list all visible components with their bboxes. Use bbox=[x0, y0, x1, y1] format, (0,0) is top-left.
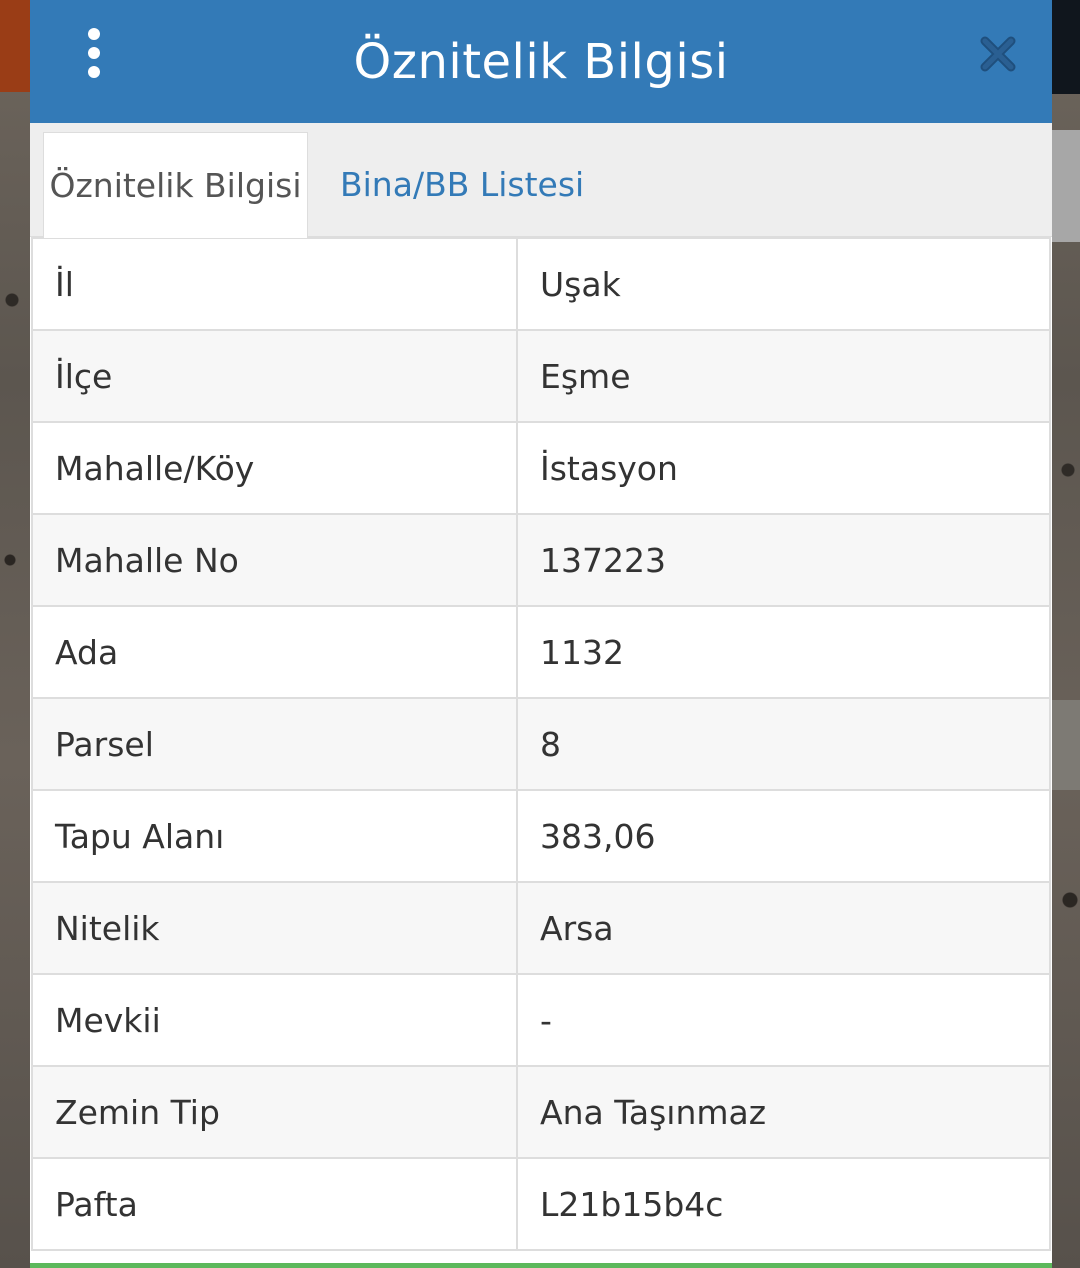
tab-bar: Öznitelik Bilgisi Bina/BB Listesi bbox=[30, 123, 1052, 238]
attribute-key: Zemin Tip bbox=[31, 1065, 518, 1159]
table-row: İlçe Eşme bbox=[31, 329, 1051, 423]
table-row: Tapu Alanı 383,06 bbox=[31, 789, 1051, 883]
attribute-value: Eşme bbox=[516, 329, 1051, 423]
attribute-key: Tapu Alanı bbox=[31, 789, 518, 883]
attribute-value: Arsa bbox=[516, 881, 1051, 975]
attribute-info-dialog: Öznitelik Bilgisi Öznitelik Bilgisi Bina… bbox=[30, 0, 1052, 1268]
attribute-key: İl bbox=[31, 237, 518, 331]
table-row: Ada 1132 bbox=[31, 605, 1051, 699]
table-row: Mahalle No 137223 bbox=[31, 513, 1051, 607]
attribute-table: İl Uşak İlçe Eşme Mahalle/Köy İstasyon Mahalle… bbox=[31, 237, 1051, 1251]
attribute-key: Pafta bbox=[31, 1157, 518, 1251]
attribute-value: L21b15b4c bbox=[516, 1157, 1051, 1251]
attribute-key: Mevkii bbox=[31, 973, 518, 1067]
attribute-value: 383,06 bbox=[516, 789, 1051, 883]
table-row: Pafta L21b15b4c bbox=[31, 1157, 1051, 1251]
close-icon[interactable] bbox=[978, 34, 1018, 74]
attribute-value: - bbox=[516, 973, 1051, 1067]
table-row: Zemin Tip Ana Taşınmaz bbox=[31, 1065, 1051, 1159]
attribute-key: Ada bbox=[31, 605, 518, 699]
attribute-key: Nitelik bbox=[31, 881, 518, 975]
table-row: Mahalle/Köy İstasyon bbox=[31, 421, 1051, 515]
map-edge-orange bbox=[0, 0, 30, 92]
dialog-header: Öznitelik Bilgisi bbox=[30, 0, 1052, 123]
attribute-value: İstasyon bbox=[516, 421, 1051, 515]
map-edge-dark bbox=[1052, 0, 1080, 94]
table-row: Mevkii - bbox=[31, 973, 1051, 1067]
attribute-value: 137223 bbox=[516, 513, 1051, 607]
attribute-key: Mahalle No bbox=[31, 513, 518, 607]
attribute-key: Mahalle/Köy bbox=[31, 421, 518, 515]
footer-progress-bar bbox=[30, 1263, 1052, 1268]
attribute-key: İlçe bbox=[31, 329, 518, 423]
tab-bina-bb-listesi[interactable]: Bina/BB Listesi bbox=[330, 132, 594, 237]
map-edge-gray bbox=[1052, 130, 1080, 242]
attribute-value: Ana Taşınmaz bbox=[516, 1065, 1051, 1159]
map-edge-patch bbox=[1052, 700, 1080, 790]
dialog-title: Öznitelik Bilgisi bbox=[353, 33, 729, 90]
attribute-key: Parsel bbox=[31, 697, 518, 791]
more-vertical-icon[interactable] bbox=[82, 28, 106, 78]
attribute-value: 1132 bbox=[516, 605, 1051, 699]
attribute-value: 8 bbox=[516, 697, 1051, 791]
table-row: Parsel 8 bbox=[31, 697, 1051, 791]
table-row: İl Uşak bbox=[31, 237, 1051, 331]
attribute-value: Uşak bbox=[516, 237, 1051, 331]
tab-oznitelik-bilgisi[interactable]: Öznitelik Bilgisi bbox=[43, 132, 308, 238]
table-row: Nitelik Arsa bbox=[31, 881, 1051, 975]
